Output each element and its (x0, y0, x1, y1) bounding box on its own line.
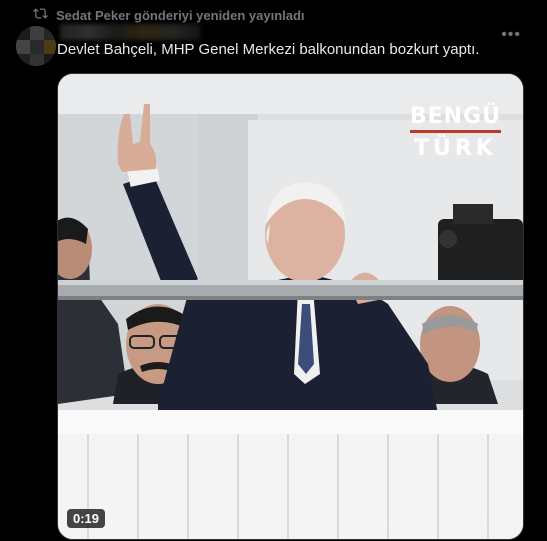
captions-icon[interactable] (441, 513, 457, 529)
fullscreen-icon[interactable] (497, 513, 513, 529)
volume-icon[interactable] (469, 513, 485, 529)
more-horizontal-icon[interactable]: ••• (501, 26, 521, 44)
video-player[interactable]: BENGÜ TÜRK 0:19 0:00 / 0:19 (57, 73, 524, 540)
avatar[interactable] (16, 26, 56, 66)
controls-time: 0:00 / 0:19 (344, 514, 401, 528)
video-controls: 0:00 / 0:19 (344, 513, 513, 529)
tweet-text: Devlet Bahçeli, MHP Genel Merkezi balkon… (57, 41, 480, 58)
repost-icon (33, 6, 48, 24)
repost-text: Sedat Peker gönderiyi yeniden yayınladı (56, 7, 305, 23)
author-name-redacted[interactable] (60, 24, 200, 40)
settings-icon[interactable] (413, 513, 429, 529)
watermark-line1: BENGÜ (409, 104, 501, 129)
repost-indicator[interactable]: Sedat Peker gönderiyi yeniden yayınladı (33, 5, 305, 25)
watermark-line2: TÜRK (414, 136, 497, 161)
duration-badge: 0:19 (67, 509, 106, 528)
watermark-divider (409, 130, 501, 133)
channel-watermark: BENGÜ TÜRK (409, 104, 501, 161)
